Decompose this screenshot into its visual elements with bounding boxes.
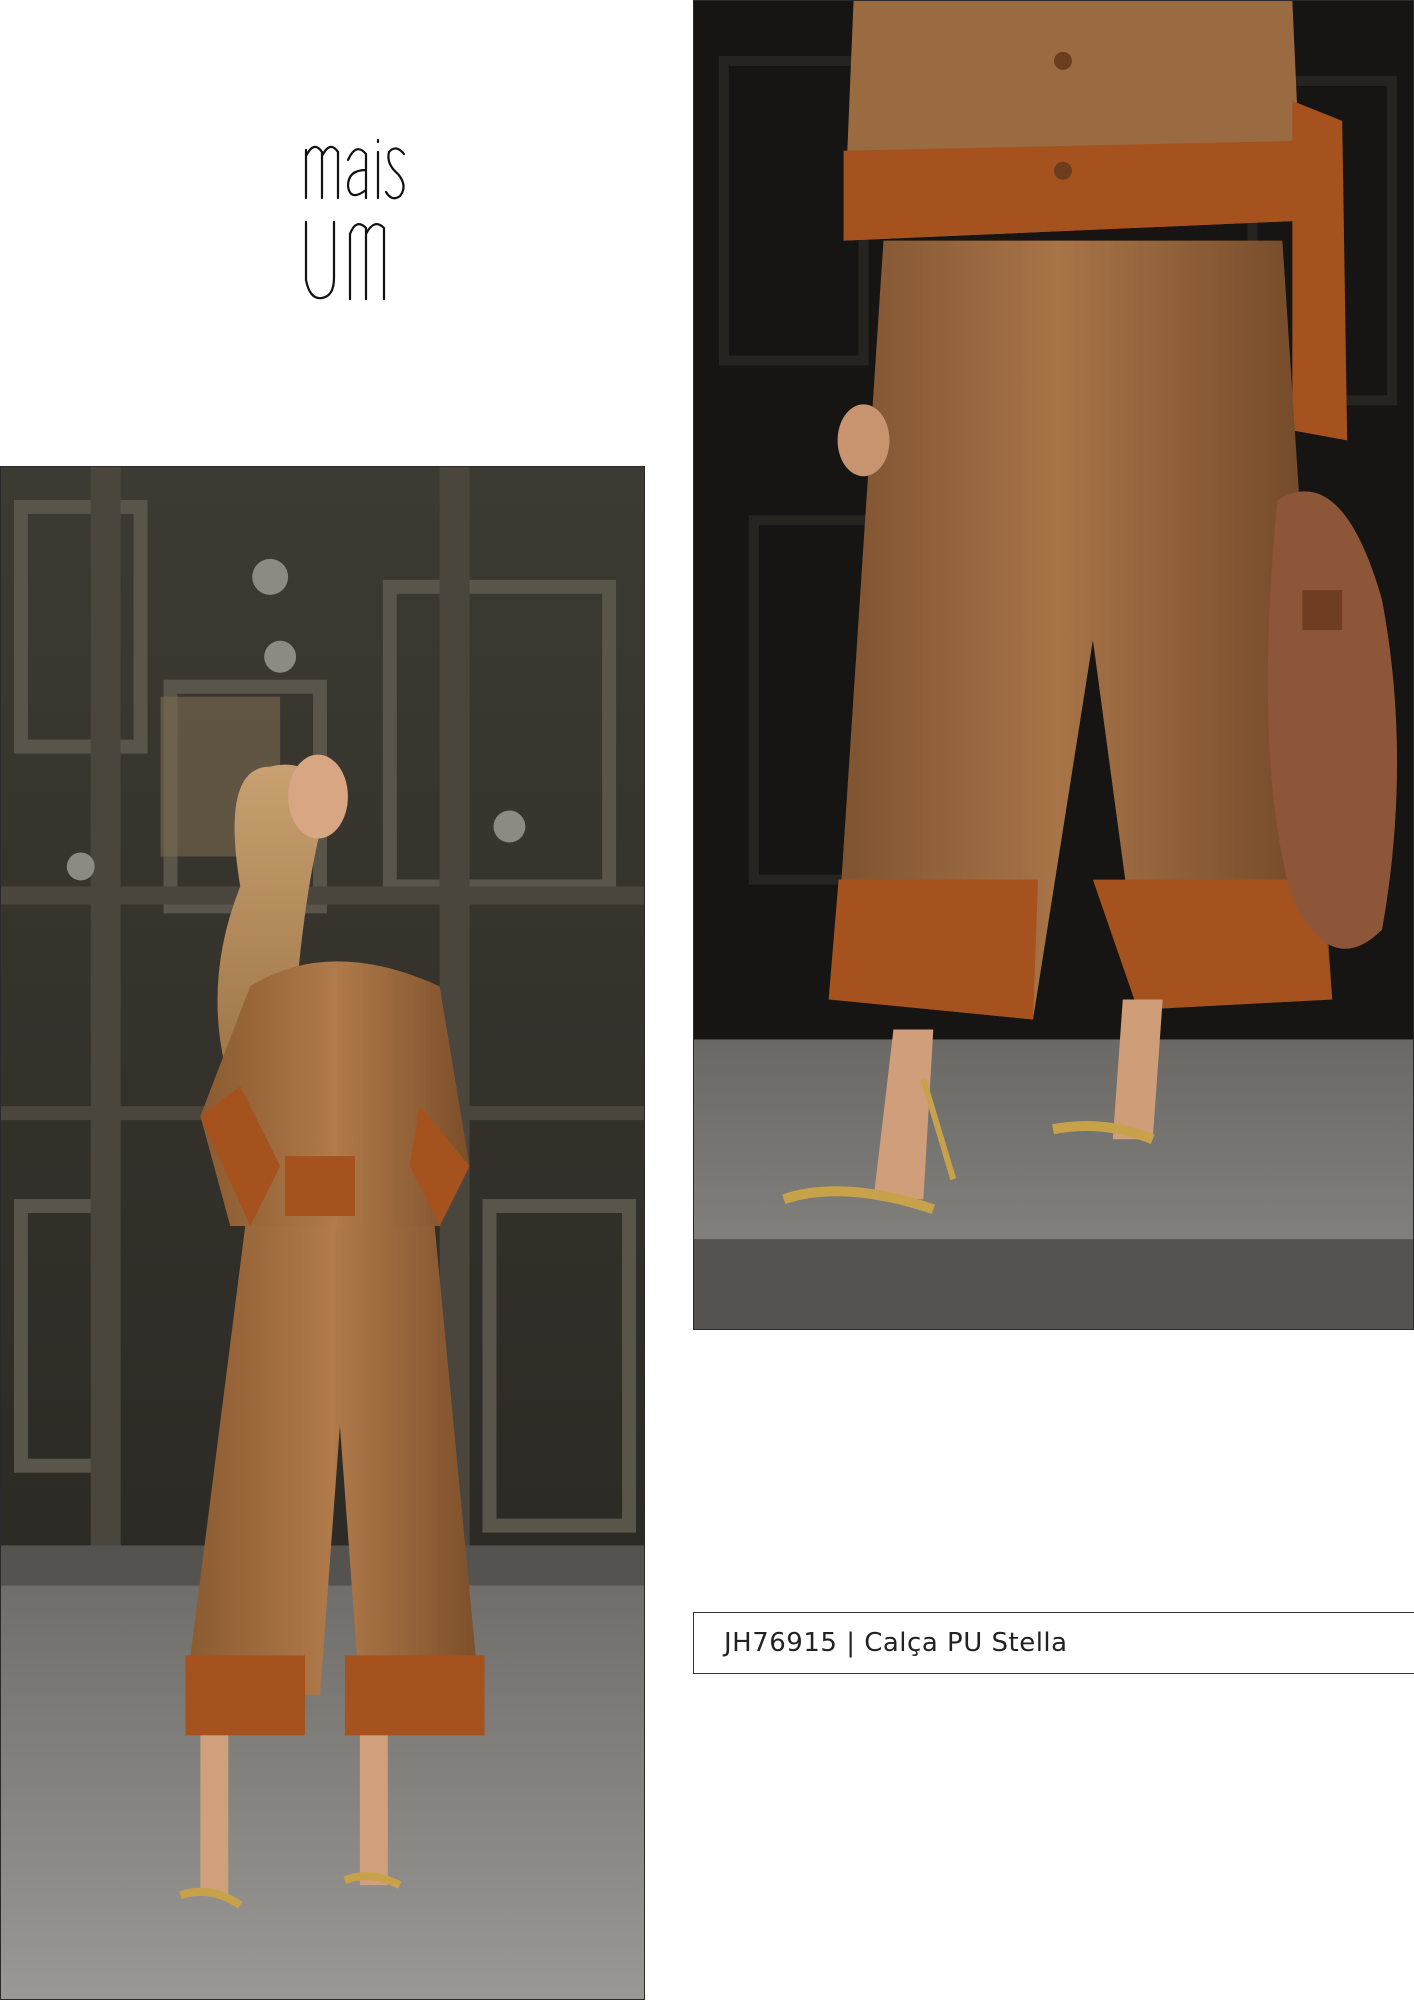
brand-logo-mark [304,138,406,302]
trousers-closeup-photo [693,0,1414,1330]
product-caption: JH76915 | Calça PU Stella [724,1628,1068,1658]
product-caption-box: JH76915 | Calça PU Stella [693,1612,1414,1674]
brand-logo: mais UM [300,130,410,302]
full-body-model-photo [0,466,645,2000]
